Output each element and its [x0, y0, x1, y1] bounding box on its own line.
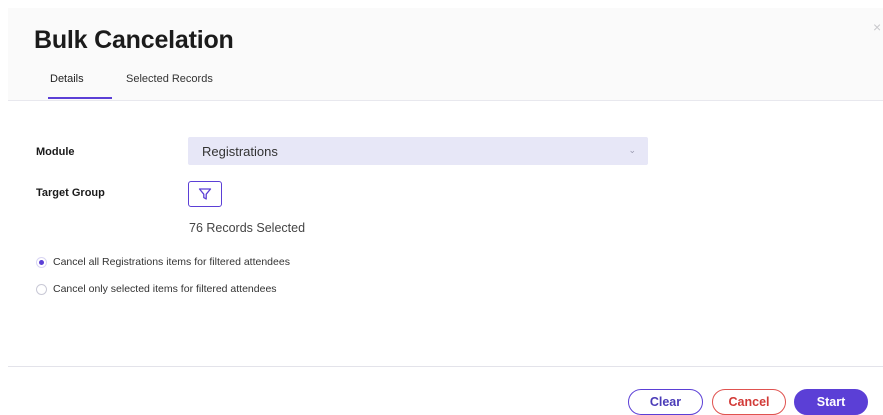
- chevron-down-icon: ⌄: [628, 145, 636, 155]
- tab-details[interactable]: Details: [50, 73, 84, 85]
- tab-selected-records[interactable]: Selected Records: [126, 73, 213, 85]
- module-select[interactable]: Registrations ⌄: [188, 137, 648, 165]
- start-button[interactable]: Start: [794, 389, 868, 415]
- radio-cancel-selected[interactable]: [36, 283, 47, 295]
- close-icon[interactable]: ×: [873, 20, 883, 34]
- target-group-label: Target Group: [36, 187, 105, 199]
- radio-cancel-all[interactable]: [36, 256, 47, 268]
- footer-divider: [8, 366, 883, 367]
- option-cancel-all[interactable]: Cancel all Registrations items for filte…: [36, 256, 290, 268]
- option-cancel-all-label: Cancel all Registrations items for filte…: [53, 256, 290, 268]
- module-select-value: Registrations: [202, 143, 278, 159]
- records-selected-count: 76 Records Selected: [189, 221, 306, 235]
- filter-button[interactable]: [188, 181, 222, 207]
- cancel-button[interactable]: Cancel: [712, 389, 786, 415]
- option-cancel-selected[interactable]: Cancel only selected items for filtered …: [36, 283, 277, 295]
- option-cancel-selected-label: Cancel only selected items for filtered …: [53, 283, 277, 295]
- filter-icon: [198, 188, 212, 200]
- module-label: Module: [36, 146, 75, 158]
- clear-button[interactable]: Clear: [628, 389, 703, 415]
- dialog-title: Bulk Cancelation: [34, 26, 234, 54]
- active-tab-indicator: [48, 97, 112, 99]
